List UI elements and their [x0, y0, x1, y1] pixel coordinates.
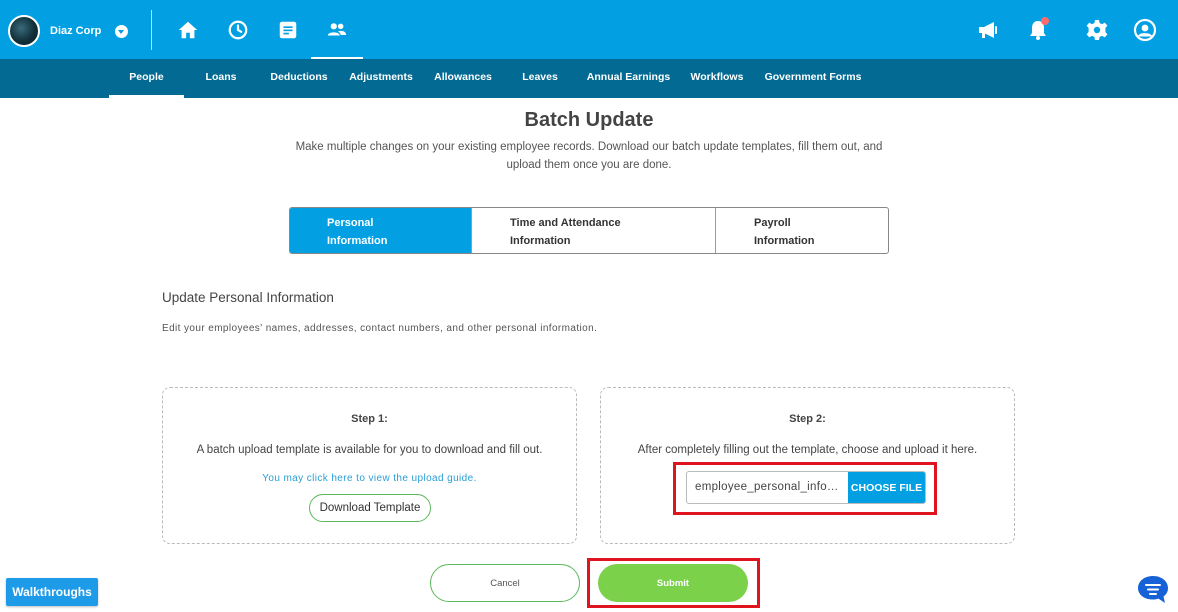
people-icon[interactable] — [311, 13, 363, 59]
document-icon[interactable] — [271, 13, 305, 47]
tab-payroll-information[interactable]: Payroll Information — [715, 208, 888, 253]
step1-card: Step 1: A batch upload template is avail… — [162, 387, 577, 544]
page-title: Batch Update — [524, 109, 654, 131]
company-switcher[interactable]: Diaz Corp — [8, 15, 129, 47]
cancel-button[interactable]: Cancel — [430, 564, 580, 602]
tab-label: Personal Information — [327, 217, 388, 247]
company-logo — [8, 15, 40, 47]
file-upload-field: employee_personal_information_template.x… — [686, 471, 926, 504]
user-icon[interactable] — [1129, 14, 1161, 46]
megaphone-icon[interactable] — [972, 14, 1004, 46]
subnav-item-adjustments[interactable]: Adjustments — [347, 59, 415, 98]
subnav-item-deductions[interactable]: Deductions — [266, 59, 332, 98]
step1-text: A batch upload template is available for… — [196, 444, 543, 456]
gear-icon[interactable] — [1081, 14, 1113, 46]
subnav-item-annual-earnings[interactable]: Annual Earnings — [586, 59, 671, 98]
tab-label: Time and Attendance Information — [510, 217, 621, 247]
subnav-item-leaves[interactable]: Leaves — [515, 59, 565, 98]
chat-icon[interactable] — [1136, 574, 1170, 606]
choose-file-button[interactable]: CHOOSE FILE — [848, 472, 925, 503]
step1-heading: Step 1: — [351, 413, 388, 425]
top-bar: Diaz Corp — [0, 0, 1178, 59]
company-name: Diaz Corp — [50, 25, 102, 37]
tab-personal-information[interactable]: Personal Information — [290, 208, 471, 253]
subnav-item-loans[interactable]: Loans — [196, 59, 246, 98]
section-description: Edit your employees' names, addresses, c… — [162, 323, 598, 334]
tab-label: Payroll Information — [754, 217, 815, 247]
section-title: Update Personal Information — [162, 290, 334, 305]
upload-guide-link[interactable]: You may click here to view the upload gu… — [163, 473, 576, 484]
bell-icon[interactable] — [1022, 14, 1054, 46]
batch-tabs: Personal Information Time and Attendance… — [289, 207, 889, 254]
subnav-item-workflows[interactable]: Workflows — [688, 59, 746, 98]
home-icon[interactable] — [171, 13, 205, 47]
file-name-input[interactable]: employee_personal_information_template.x… — [687, 472, 848, 503]
chevron-down-icon — [115, 24, 129, 38]
page-subtitle: Make multiple changes on your existing e… — [295, 141, 883, 171]
download-template-button[interactable]: Download Template — [309, 494, 431, 522]
notification-dot — [1041, 17, 1049, 25]
submit-button[interactable]: Submit — [598, 564, 748, 602]
subnav-item-people[interactable]: People — [109, 59, 184, 98]
tab-time-and-attendance[interactable]: Time and Attendance Information — [471, 208, 715, 253]
clock-icon[interactable] — [221, 13, 255, 47]
divider — [151, 10, 152, 50]
sub-navigation: People Loans Deductions Adjustments Allo… — [0, 59, 1178, 98]
step2-text: After completely filling out the templat… — [637, 444, 978, 456]
subnav-item-government-forms[interactable]: Government Forms — [763, 59, 863, 98]
subnav-item-allowances[interactable]: Allowances — [432, 59, 494, 98]
walkthroughs-button[interactable]: Walkthroughs — [6, 578, 98, 606]
step2-heading: Step 2: — [789, 413, 826, 425]
